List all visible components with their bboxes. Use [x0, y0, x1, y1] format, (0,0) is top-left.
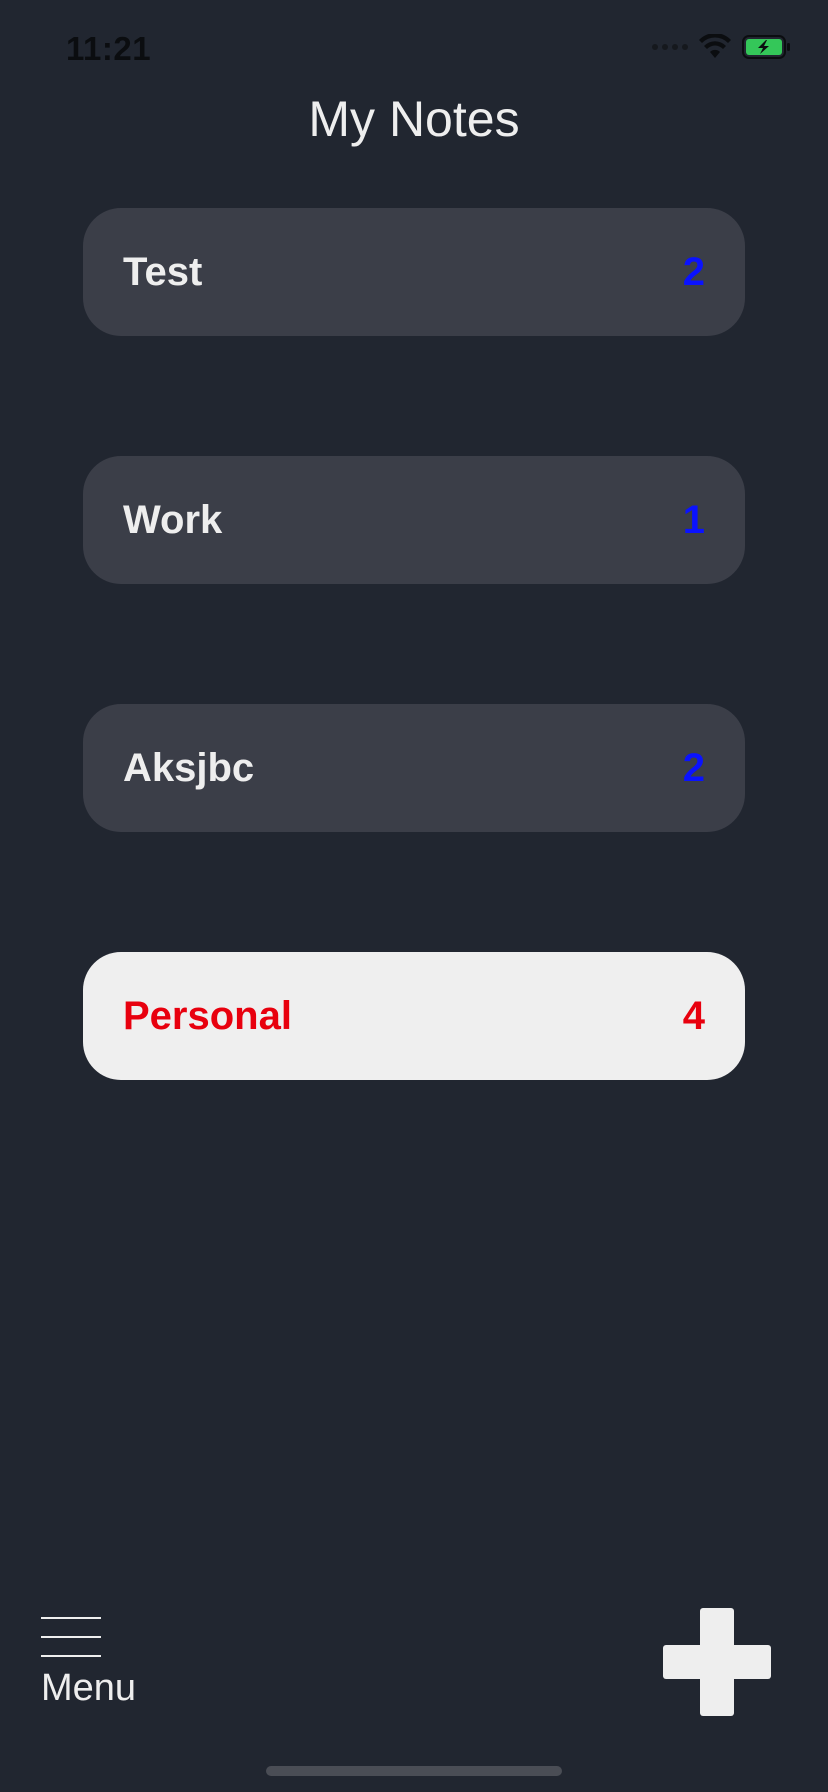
battery-charging-icon: [742, 35, 792, 59]
folder-card-work[interactable]: Work 1: [83, 456, 745, 584]
folder-name: Aksjbc: [123, 745, 255, 790]
folder-note-count: 2: [682, 249, 705, 294]
folder-name: Personal: [123, 993, 292, 1038]
folder-note-count: 2: [682, 745, 705, 790]
status-time: 11:21: [66, 30, 152, 67]
menu-button[interactable]: Menu: [40, 1615, 160, 1715]
folder-name: Test: [123, 249, 203, 294]
folder-card-aksjbc[interactable]: Aksjbc 2: [83, 704, 745, 832]
folder-name: Work: [123, 497, 223, 542]
folder-card-test[interactable]: Test 2: [83, 208, 745, 336]
folder-note-count: 1: [682, 497, 705, 542]
status-icons: [652, 34, 792, 60]
cellular-signal-icon: [652, 44, 688, 50]
add-note-button[interactable]: [663, 1608, 771, 1716]
wifi-icon: [698, 34, 732, 60]
folder-note-count: 4: [682, 993, 705, 1038]
home-indicator[interactable]: [266, 1766, 562, 1776]
page-title: My Notes: [308, 91, 520, 147]
hamburger-menu-icon: [41, 1617, 101, 1657]
menu-label: Menu: [41, 1667, 137, 1709]
folder-list: Test 2 Work 1 Aksjbc 2 Personal 4: [83, 208, 745, 1200]
folder-card-personal[interactable]: Personal 4: [83, 952, 745, 1080]
notes-screen: 11:21 My Notes Test 2 Work 1 Aksjbc 2 Pe…: [0, 0, 828, 1792]
